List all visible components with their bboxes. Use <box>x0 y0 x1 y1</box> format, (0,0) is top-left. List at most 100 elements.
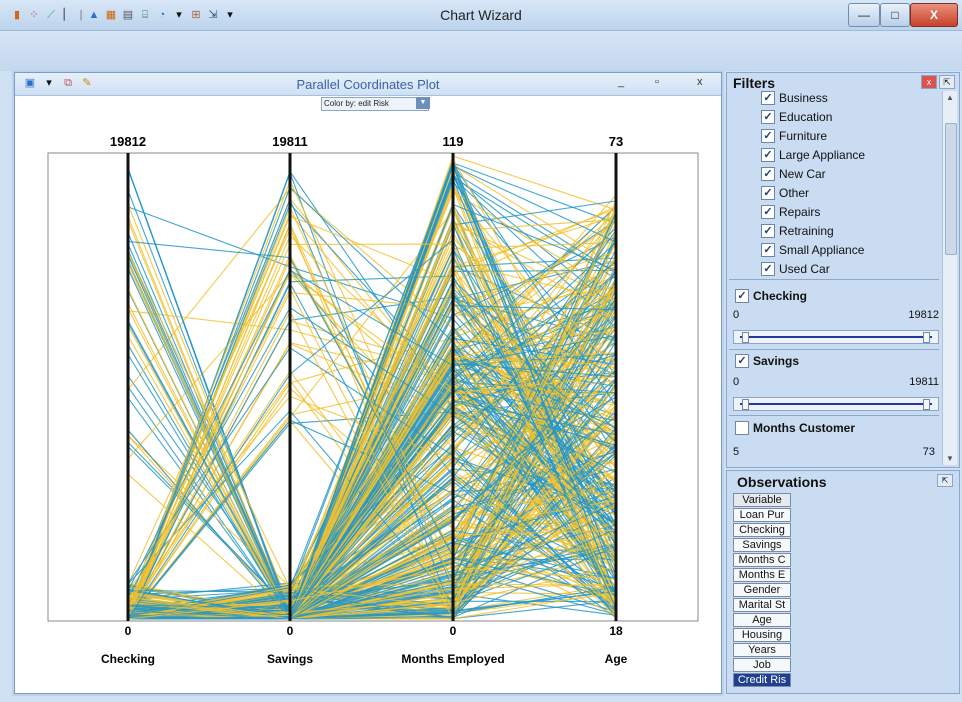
axis-name-label: Age <box>605 652 628 666</box>
filter-item-label: Small Appliance <box>779 243 865 257</box>
close-button[interactable]: X <box>910 3 958 27</box>
savings-range-slider[interactable] <box>733 397 939 411</box>
months-customer-min: 5 <box>733 446 740 458</box>
axis-max-label: 19812 <box>110 134 146 149</box>
filter-item-label: Education <box>779 110 833 124</box>
observation-item[interactable]: Credit Ris <box>733 673 791 687</box>
scroll-up-icon[interactable]: ▲ <box>943 93 957 102</box>
filters-scrollbar[interactable]: ▲ ▼ <box>942 91 957 465</box>
savings-max: 19811 <box>909 376 939 388</box>
observations-list: Variable Loan Pur Checking Savings Months CM… <box>733 493 791 688</box>
checking-max: 19812 <box>908 309 939 321</box>
checking-checkbox[interactable]: ✓ <box>735 289 749 303</box>
observations-title: Observations <box>737 474 827 490</box>
checking-filter-header[interactable]: ✓ Checking <box>735 289 807 303</box>
axis-min-label: 0 <box>287 624 294 638</box>
checking-range: 0 19812 <box>733 309 939 321</box>
filter-item-label: Used Car <box>779 262 830 276</box>
minimize-button[interactable]: — <box>848 3 880 27</box>
filter-checkbox[interactable]: ✓ <box>761 205 775 219</box>
filter-item-label: Retraining <box>779 224 834 238</box>
observation-item[interactable]: Years <box>733 643 791 657</box>
filter-item-label: New Car <box>779 167 826 181</box>
slider-track <box>740 336 932 338</box>
filter-item[interactable]: ✓ New Car <box>761 167 826 181</box>
scroll-down-icon[interactable]: ▼ <box>943 454 957 463</box>
filter-checkbox[interactable]: ✓ <box>761 186 775 200</box>
months-customer-filter-header[interactable]: Months Customer <box>735 421 855 435</box>
axis-name-label: Checking <box>101 652 155 666</box>
filter-checkbox[interactable]: ✓ <box>761 148 775 162</box>
observation-item[interactable]: Gender <box>733 583 791 597</box>
pin-icon[interactable]: ⇱ <box>937 474 953 487</box>
pin-icon[interactable]: ⇱ <box>939 75 955 89</box>
filter-item[interactable]: ✓ Retraining <box>761 224 834 238</box>
observation-item[interactable]: Housing <box>733 628 791 642</box>
months-customer-max: 73 <box>922 446 935 458</box>
observation-item[interactable]: Marital St <box>733 598 791 612</box>
filter-item-label: Repairs <box>779 205 821 219</box>
slider-min-handle[interactable] <box>742 332 749 343</box>
checking-filter-label: Checking <box>753 289 808 303</box>
savings-filter-label: Savings <box>753 354 800 368</box>
observation-item[interactable]: Variable <box>733 493 791 507</box>
observations-panel: Observations ⇱ Variable Loan Pur Checking S… <box>726 470 960 694</box>
savings-min: 0 <box>733 376 740 388</box>
close-icon[interactable]: x <box>921 75 937 89</box>
filter-checkbox[interactable]: ✓ <box>761 91 775 105</box>
savings-range: 0 19811 <box>733 376 939 388</box>
filter-item[interactable]: ✓ Education <box>761 110 832 124</box>
filter-checkbox[interactable]: ✓ <box>761 243 775 257</box>
axis-max-label: 119 <box>443 134 464 149</box>
checking-min: 0 <box>733 309 740 321</box>
divider <box>729 415 939 416</box>
axis-name-label: Savings <box>267 652 313 666</box>
filter-item-label: Other <box>779 186 810 200</box>
savings-checkbox[interactable]: ✓ <box>735 354 749 368</box>
filter-item[interactable]: ✓ Small Appliance <box>761 243 864 257</box>
filters-panel: Filters x ⇱ ▲ ▼ ✓ Business ✓ Education ✓ Furn… <box>726 72 960 468</box>
slider-track <box>740 403 932 405</box>
filter-item[interactable]: ✓ Used Car <box>761 262 830 276</box>
filter-checkbox[interactable]: ✓ <box>761 167 775 181</box>
filter-item[interactable]: ✓ Business <box>761 91 828 105</box>
window-title: Chart Wizard <box>440 7 522 23</box>
savings-filter-header[interactable]: ✓ Savings <box>735 354 799 368</box>
observation-item[interactable]: Months C <box>733 553 791 567</box>
months-customer-filter-label: Months Customer <box>753 421 855 435</box>
filter-item[interactable]: ✓ Furniture <box>761 129 827 143</box>
axis-min-label: 0 <box>125 624 132 638</box>
observation-item[interactable]: Job <box>733 658 791 672</box>
observation-item[interactable]: Checking <box>733 523 791 537</box>
observation-item[interactable]: Age <box>733 613 791 627</box>
axis-min-label: 18 <box>609 624 623 638</box>
scrollbar-thumb[interactable] <box>945 123 957 255</box>
slider-max-handle[interactable] <box>923 399 930 410</box>
filter-checkbox[interactable]: ✓ <box>761 262 775 276</box>
observation-item[interactable]: Savings <box>733 538 791 552</box>
divider <box>729 349 939 350</box>
checking-range-slider[interactable] <box>733 330 939 344</box>
filter-checkbox[interactable]: ✓ <box>761 224 775 238</box>
filter-item[interactable]: ✓ Repairs <box>761 205 820 219</box>
filters-title: Filters <box>733 75 776 91</box>
slider-min-handle[interactable] <box>742 399 749 410</box>
filter-item[interactable]: ✓ Large Appliance <box>761 148 865 162</box>
filters-panel-buttons: x ⇱ <box>921 75 955 89</box>
slider-max-handle[interactable] <box>923 332 930 343</box>
observation-item[interactable]: Months E <box>733 568 791 582</box>
months-customer-checkbox[interactable] <box>735 421 749 435</box>
filter-checkbox[interactable]: ✓ <box>761 110 775 124</box>
maximize-button[interactable]: □ <box>880 3 910 27</box>
filter-item-label: Business <box>779 91 828 105</box>
filter-checkbox[interactable]: ✓ <box>761 129 775 143</box>
axis-max-label: 19811 <box>272 134 307 149</box>
window-titlebar: ▮ ⁘ ⟋ ▏ | ▲ ▦ ▤ ⌸ ◔ ▾ ⊞ ⇲ ▾ Chart Wizard… <box>0 0 962 31</box>
ribbon-area <box>0 31 962 71</box>
observation-item[interactable]: Loan Pur <box>733 508 791 522</box>
filter-item[interactable]: ✓ Other <box>761 186 809 200</box>
parallel-coordinates-chart: 19812 0 Checking 19811 0 Savings 119 0 Months Em… <box>47 134 699 666</box>
axis-name-label: Months Employed <box>401 652 504 666</box>
axis-max-label: 73 <box>609 134 623 149</box>
filter-item-label: Furniture <box>779 129 828 143</box>
